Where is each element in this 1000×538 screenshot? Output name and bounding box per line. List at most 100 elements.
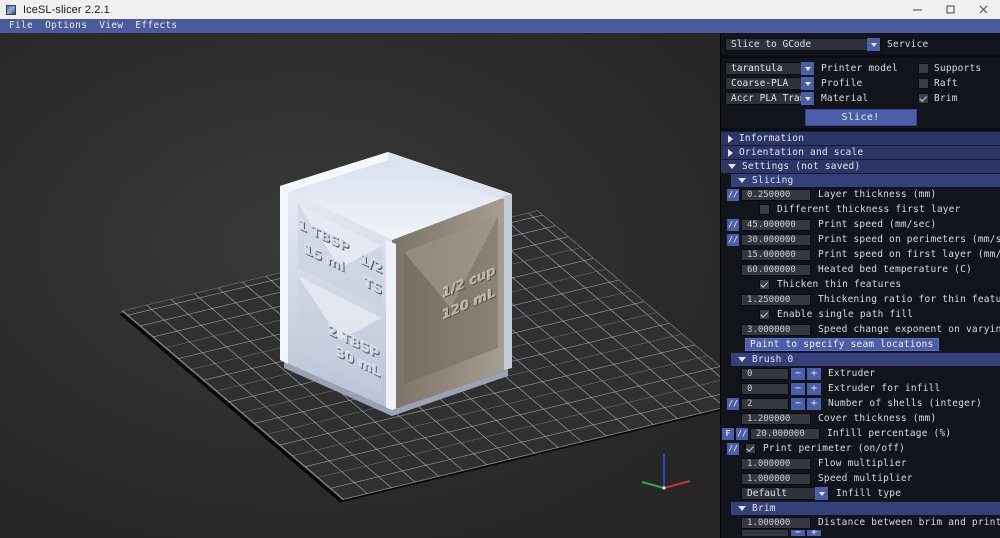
minimize-icon[interactable] [901, 0, 934, 19]
section-information[interactable]: Information [721, 131, 1000, 145]
clipped-input[interactable] [741, 530, 789, 536]
shells-input[interactable]: 2 [741, 397, 789, 410]
tag-spacer [727, 368, 739, 380]
setting-row-infill-type: Default Infill type [721, 486, 1000, 501]
thickening-ratio-label: Thickening ratio for thin features [818, 294, 1000, 305]
section-brim[interactable]: Brim [731, 501, 1000, 515]
expr-toggle-button[interactable]: // [727, 397, 739, 410]
shells-label: Number of shells (integer) [828, 398, 982, 409]
menu-options[interactable]: Options [39, 19, 93, 33]
model-measuring-cup[interactable]: 1 TBSP 15 ml 1/2 TS 2 TBSP 30 mL 1/2 cup… [236, 148, 556, 448]
menu-effects[interactable]: Effects [129, 19, 183, 33]
menu-bar: File Options View Effects [0, 19, 1000, 33]
extruder-increment-button[interactable]: + [807, 367, 821, 380]
close-icon[interactable] [967, 0, 1000, 19]
slice-button[interactable]: Slice! [804, 109, 917, 126]
brim-checkbox[interactable] [918, 93, 929, 104]
perimeter-speed-label: Print speed on perimeters (mm/sec) [818, 234, 1000, 245]
perimeter-speed-input[interactable]: 30.000000 [741, 233, 811, 246]
expr-toggle-button[interactable]: // [736, 427, 748, 440]
chevron-down-icon[interactable] [801, 62, 814, 75]
clipped-increment-button[interactable]: + [807, 530, 821, 536]
raft-checkbox[interactable] [918, 78, 929, 89]
chevron-down-icon[interactable] [801, 92, 814, 105]
thicken-thin-checkbox[interactable] [759, 279, 770, 290]
service-block: Slice to GCode Service [721, 33, 1000, 55]
print-speed-label: Print speed (mm/sec) [818, 219, 937, 230]
speed-exponent-input[interactable]: 3.000000 [741, 323, 811, 336]
extruder-label: Extruder [828, 368, 876, 379]
brim-distance-input[interactable]: 1.000000 [741, 516, 811, 529]
thickening-ratio-input[interactable]: 1.250000 [741, 293, 811, 306]
service-mode-value: Slice to GCode [731, 39, 812, 50]
expr-toggle-button[interactable]: // [727, 442, 739, 455]
profile-value: Coarse-PLA [731, 78, 789, 89]
material-select[interactable]: Accr PLA Transp [725, 92, 815, 105]
maximize-icon[interactable] [934, 0, 967, 19]
diff-thickness-first-checkbox[interactable] [759, 204, 770, 215]
chevron-down-icon [738, 357, 746, 362]
menu-view[interactable]: View [93, 19, 129, 33]
supports-checkbox[interactable] [918, 63, 929, 74]
chevron-down-icon[interactable] [815, 487, 828, 500]
shells-decrement-button[interactable]: − [791, 397, 805, 410]
y-axis-line [641, 481, 665, 489]
section-information-label: Information [739, 133, 805, 144]
bed-temperature-input[interactable]: 60.000000 [741, 263, 811, 276]
cover-thickness-input[interactable]: 1.200000 [741, 412, 811, 425]
extruder-infill-input[interactable]: 0 [741, 382, 789, 395]
title-bar: IceSL-slicer 2.2.1 [0, 0, 1000, 19]
section-brush0[interactable]: Brush 0 [731, 352, 1000, 366]
extruder-infill-decrement-button[interactable]: − [791, 382, 805, 395]
extruder-input[interactable]: 0 [741, 367, 789, 380]
expr-toggle-button[interactable]: // [727, 188, 739, 201]
extruder-infill-increment-button[interactable]: + [807, 382, 821, 395]
layer-thickness-input[interactable]: 0.250000 [741, 188, 811, 201]
brim-distance-label: Distance between brim and print (mm) [818, 517, 1000, 528]
section-orientation[interactable]: Orientation and scale [721, 145, 1000, 159]
flow-multiplier-input[interactable]: 1.000000 [741, 457, 811, 470]
printer-model-select[interactable]: tarantula [725, 62, 815, 75]
chevron-down-icon[interactable] [801, 77, 814, 90]
shells-increment-button[interactable]: + [807, 397, 821, 410]
setting-row-perimeter-speed: // 30.000000 Print speed on perimeters (… [721, 232, 1000, 247]
section-slicing[interactable]: Slicing [731, 173, 1000, 187]
extruder-infill-label: Extruder for infill [828, 383, 941, 394]
setting-row-clipped: − + [721, 530, 1000, 536]
speed-multiplier-input[interactable]: 1.000000 [741, 472, 811, 485]
bed-temperature-label: Heated bed temperature (C) [818, 264, 972, 275]
first-layer-speed-input[interactable]: 15.000000 [741, 248, 811, 261]
setting-row-flow-multiplier: 1.000000 Flow multiplier [721, 456, 1000, 471]
setting-row-speed-exponent: 3.000000 Speed change exponent on varyin… [721, 322, 1000, 337]
section-slicing-label: Slicing [752, 175, 794, 186]
profile-select[interactable]: Coarse-PLA [725, 77, 815, 90]
3d-viewport[interactable]: 1 TBSP 15 ml 1/2 TS 2 TBSP 30 mL 1/2 cup… [0, 33, 720, 538]
expr-toggle-button[interactable]: // [727, 218, 739, 231]
setting-row-cover-thickness: 1.200000 Cover thickness (mm) [721, 411, 1000, 426]
section-settings[interactable]: Settings (not saved) [721, 159, 1000, 173]
service-mode-row: Slice to GCode Service [725, 37, 996, 52]
window-title: IceSL-slicer 2.2.1 [23, 3, 110, 16]
supports-label: Supports [934, 63, 982, 74]
fill-toggle-button[interactable]: F [722, 427, 734, 440]
expr-toggle-button[interactable]: // [727, 233, 739, 246]
tag-spacer [727, 279, 739, 291]
chevron-down-icon [728, 164, 736, 169]
print-speed-input[interactable]: 45.000000 [741, 218, 811, 231]
cover-thickness-label: Cover thickness (mm) [818, 413, 937, 424]
material-label: Material [821, 93, 869, 104]
chevron-down-icon[interactable] [867, 38, 880, 51]
menu-file[interactable]: File [3, 19, 39, 33]
infill-percentage-input[interactable]: 20.000000 [750, 427, 820, 440]
paint-seam-button[interactable]: Paint to specify seam locations [745, 338, 939, 351]
print-perimeter-checkbox[interactable] [745, 443, 756, 454]
clipped-decrement-button[interactable]: − [791, 530, 805, 536]
flow-multiplier-label: Flow multiplier [818, 458, 907, 469]
infill-type-select[interactable]: Default [741, 487, 829, 500]
brim-label: Brim [934, 93, 958, 104]
single-path-fill-checkbox[interactable] [759, 309, 770, 320]
setting-row-brim-distance: 1.000000 Distance between brim and print… [721, 515, 1000, 530]
extruder-decrement-button[interactable]: − [791, 367, 805, 380]
setting-row-thickening-ratio: 1.250000 Thickening ratio for thin featu… [721, 292, 1000, 307]
service-mode-select[interactable]: Slice to GCode [725, 38, 881, 51]
